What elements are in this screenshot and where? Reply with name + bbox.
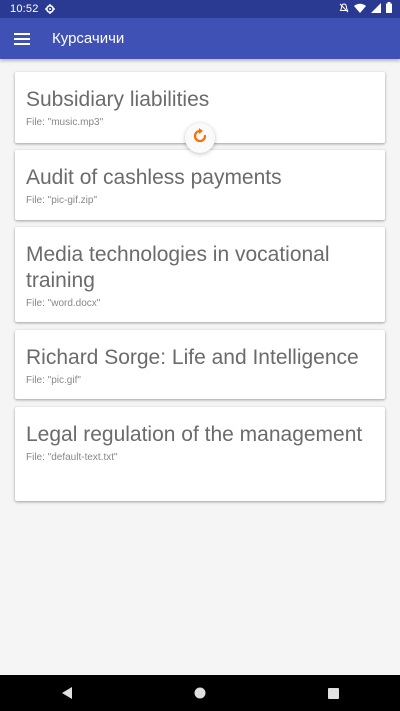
wifi-icon bbox=[354, 3, 366, 16]
course-card[interactable]: Audit of cashless payments File: "pic-gi… bbox=[15, 150, 385, 220]
status-bar: 10:52 bbox=[0, 0, 400, 18]
status-time: 10:52 bbox=[10, 3, 39, 15]
refresh-icon bbox=[191, 127, 209, 150]
course-card[interactable]: Legal regulation of the management File:… bbox=[15, 407, 385, 501]
course-file: File: "word.docx" bbox=[26, 298, 101, 309]
course-file: File: "pic.gif" bbox=[26, 375, 81, 386]
do-not-disturb-icon bbox=[339, 2, 349, 16]
recents-icon[interactable] bbox=[321, 681, 345, 705]
hamburger-menu-icon[interactable] bbox=[12, 29, 32, 49]
course-title: Subsidiary liabilities bbox=[26, 88, 210, 111]
course-title: Media technologies in vocational trainin… bbox=[26, 243, 330, 292]
refresh-indicator bbox=[185, 123, 215, 153]
course-file: File: "pic-gif.zip" bbox=[26, 195, 98, 206]
signal-icon bbox=[371, 2, 381, 16]
app-title: Курсачичи bbox=[52, 30, 125, 47]
course-title: Audit of cashless payments bbox=[26, 166, 282, 189]
gear-icon bbox=[44, 4, 55, 14]
system-navigation-bar bbox=[0, 675, 400, 711]
app-bar: Курсачичи bbox=[0, 18, 400, 59]
battery-icon bbox=[386, 2, 392, 16]
home-icon[interactable] bbox=[188, 681, 212, 705]
course-list: Subsidiary liabilities File: "music.mp3"… bbox=[0, 59, 400, 675]
course-card[interactable]: Media technologies in vocational trainin… bbox=[15, 227, 385, 322]
course-file: File: "default-text.txt" bbox=[26, 452, 118, 463]
course-title: Richard Sorge: Life and Intelligence bbox=[26, 346, 359, 369]
course-title: Legal regulation of the management bbox=[26, 423, 363, 446]
back-icon[interactable] bbox=[55, 681, 79, 705]
course-card[interactable]: Richard Sorge: Life and Intelligence Fil… bbox=[15, 330, 385, 399]
